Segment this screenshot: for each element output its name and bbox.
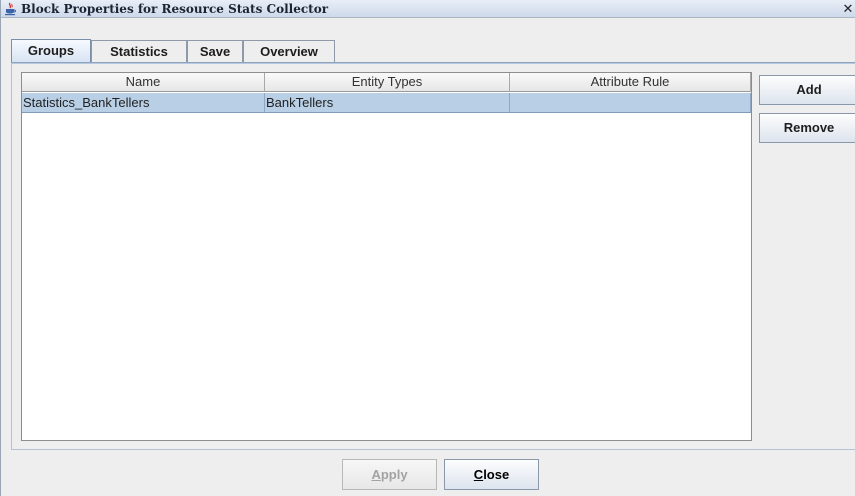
apply-mnemonic: A (371, 467, 381, 482)
close-button[interactable]: Close (444, 459, 539, 490)
add-button[interactable]: Add (759, 75, 855, 105)
close-label: lose (483, 467, 510, 482)
column-header-name[interactable]: Name (22, 73, 265, 92)
cell-attribute-rule[interactable] (510, 93, 751, 112)
column-header-entity-types[interactable]: Entity Types (265, 73, 510, 92)
table-row[interactable]: Statistics_BankTellers BankTellers (22, 93, 751, 113)
cell-name[interactable]: Statistics_BankTellers (22, 93, 265, 112)
tab-save[interactable]: Save (187, 40, 243, 62)
tab-groups[interactable]: Groups (11, 39, 91, 63)
apply-button[interactable]: Apply (342, 459, 437, 490)
apply-label: pply (380, 467, 408, 482)
tab-overview[interactable]: Overview (243, 40, 335, 62)
title-bar[interactable]: Block Properties for Resource Stats Coll… (1, 0, 855, 18)
tab-statistics[interactable]: Statistics (91, 40, 187, 62)
cell-entity-types[interactable]: BankTellers (265, 93, 510, 112)
java-cup-icon (4, 2, 16, 16)
column-header-attribute-rule[interactable]: Attribute Rule (510, 73, 751, 92)
close-icon[interactable]: ✕ (841, 1, 855, 16)
table-header: Name Entity Types Attribute Rule (22, 73, 751, 92)
dialog-window: Block Properties for Resource Stats Coll… (0, 0, 855, 496)
window-title: Block Properties for Resource Stats Coll… (21, 2, 329, 16)
groups-table[interactable]: Name Entity Types Attribute Rule Statist… (21, 72, 752, 441)
close-mnemonic: C (473, 467, 484, 482)
remove-button[interactable]: Remove (759, 113, 855, 143)
